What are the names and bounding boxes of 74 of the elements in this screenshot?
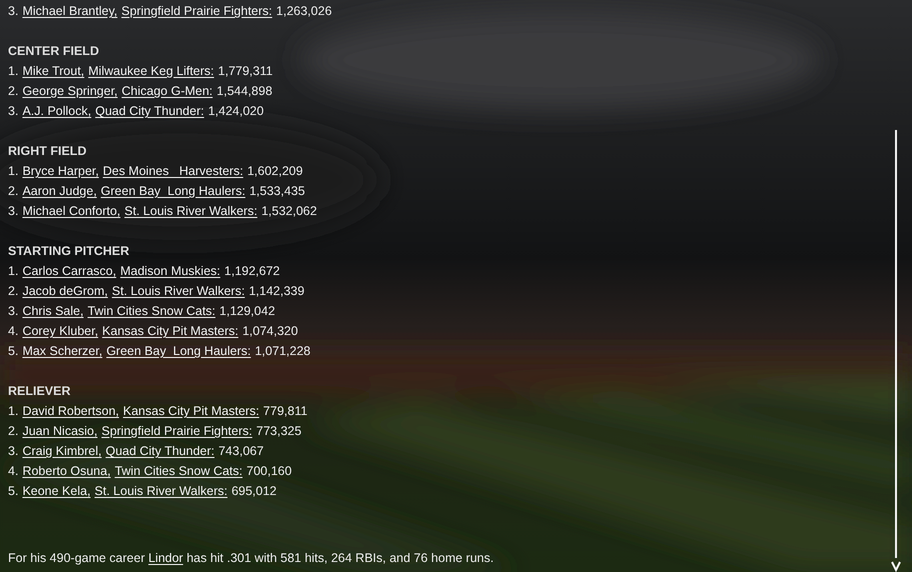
vote-count: 1,263,026 [276,3,332,20]
player-link[interactable]: Juan Nicasio, [22,421,98,441]
player-link[interactable]: Roberto Osuna, [22,461,111,481]
player-link[interactable]: Carlos Carrasco, [22,261,116,281]
vote-count: 1,192,672 [224,263,280,280]
team-link[interactable]: St. Louis River Walkers: [124,201,258,221]
player-link[interactable]: Craig Kimbrel, [22,441,102,461]
vote-count: 1,074,320 [242,323,298,340]
rank-number: 2. [8,183,18,200]
vote-count: 1,142,339 [248,283,304,300]
rank-number: 5. [8,343,18,360]
rank-number: 2. [8,283,18,300]
team-link[interactable]: St. Louis River Walkers: [112,281,245,301]
rank-number: 1. [8,63,18,80]
section-heading: CENTER FIELD [8,43,100,60]
player-link[interactable]: Bryce Harper, [22,161,99,181]
team-link[interactable]: Des Moines Harvesters: [102,161,244,181]
team-link[interactable]: Twin Cities Snow Cats: [88,301,216,321]
player-link[interactable]: Michael Conforto, [22,201,120,221]
rank-number: 5. [8,483,18,500]
rank-number: 1. [8,163,18,180]
vote-count: 779,811 [263,403,308,420]
team-link[interactable]: Kansas City Pit Masters: [123,401,260,421]
career-summary: For his 490-game career Lindor has hit .301 with 581 hits, 264 RBIs, and 76 home runs. [8,550,495,567]
player-link[interactable]: Chris Sale, [22,301,84,321]
team-link[interactable]: Madison Muskies: [120,261,220,281]
player-link[interactable]: Keone Kela, [22,481,91,501]
section-heading: RIGHT FIELD [8,143,88,160]
player-link[interactable]: Max Scherzer, [22,341,102,361]
vote-count: 773,325 [256,423,302,440]
player-link[interactable]: Aaron Judge, [22,181,97,201]
rank-number: 1. [8,403,18,420]
rank-number: 2. [8,423,18,440]
vote-count: 1,602,209 [247,163,303,180]
player-link[interactable]: David Robertson, [22,401,120,421]
vote-count: 743,067 [218,443,264,460]
rank-number: 3. [8,443,18,460]
team-link[interactable]: Springfield Prairie Fighters: [101,421,252,441]
vote-count: 1,129,042 [219,303,276,320]
player-link[interactable]: Jacob deGrom, [22,281,108,301]
team-link[interactable]: St. Louis River Walkers: [94,481,228,501]
team-link[interactable]: Green Bay Long Haulers: [100,181,246,201]
player-link[interactable]: Michael Brantley, [22,1,118,21]
team-link[interactable]: Twin Cities Snow Cats: [114,461,243,481]
player-link[interactable]: A.J. Pollock, [22,101,92,121]
rank-number: 4. [8,463,18,480]
vote-count: 1,544,898 [216,83,272,100]
team-link[interactable]: Chicago G-Men: [122,81,213,101]
rank-number: 3. [8,303,18,320]
rank-number: 1. [8,263,18,280]
player-link[interactable]: Mike Trout, [22,61,84,81]
rank-number: 3. [8,3,18,20]
vote-count: 1,779,311 [218,63,273,80]
vote-count: 1,533,435 [249,183,305,200]
player-link[interactable]: Corey Kluber, [22,321,98,341]
vote-count: 1,071,228 [254,343,310,360]
section-heading: STARTING PITCHER [8,243,130,260]
player-link[interactable]: Lindor [148,551,184,565]
team-link[interactable]: Quad City Thunder: [95,101,204,121]
vote-count: 1,532,062 [261,203,317,220]
player-link[interactable]: George Springer, [22,81,118,101]
rank-number: 2. [8,83,18,100]
vote-count: 695,012 [231,483,277,500]
section-heading: RELIEVER [8,383,72,400]
vote-count: 700,160 [246,463,292,480]
rank-number: 3. [8,203,18,220]
rank-number: 4. [8,323,18,340]
team-link[interactable]: Quad City Thunder: [106,441,214,461]
vote-count: 1,424,020 [208,103,264,120]
team-link[interactable]: Green Bay Long Haulers: [106,341,251,361]
rank-number: 3. [8,103,18,120]
team-link[interactable]: Milwaukee Keg Lifters: [88,61,214,81]
team-link[interactable]: Kansas City Pit Masters: [102,321,238,341]
team-link[interactable]: Springfield Prairie Fighters: [121,1,272,21]
